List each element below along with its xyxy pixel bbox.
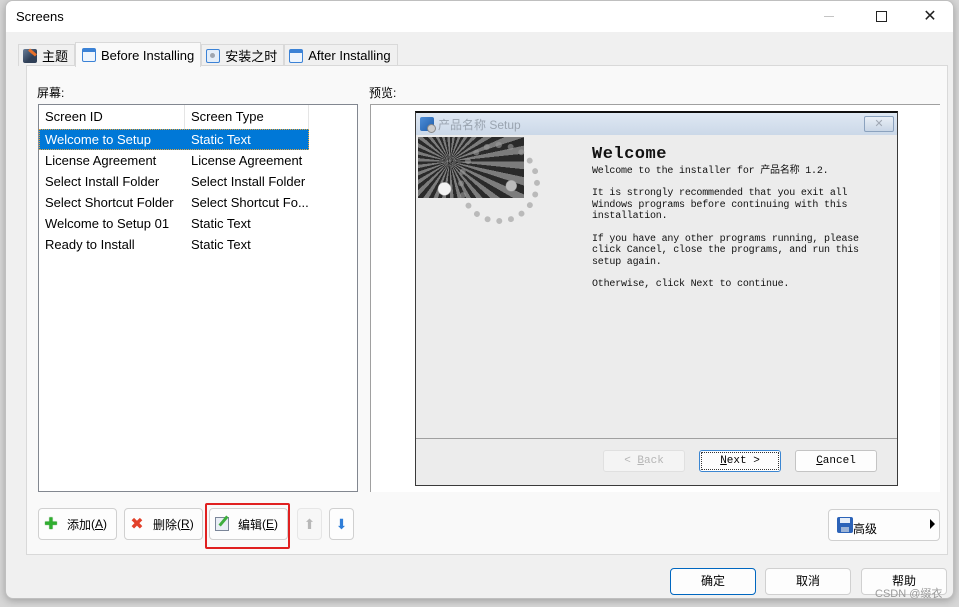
ok-button[interactable]: 确定 [670,568,756,595]
window-title: Screens [16,9,64,24]
list-row[interactable]: Ready to Install Static Text [39,234,357,255]
arrow-down-icon: ⬇ [335,515,348,532]
setup-paragraph: If you have any other programs running, … [592,233,859,268]
setup-cancel-button: Cancel [795,450,877,472]
screen-id-cell: Ready to Install [45,237,135,252]
remove-mnemonic: R [181,517,190,531]
list-row[interactable]: Welcome to Setup Static Text [39,129,309,150]
edit-label: 编辑 [238,517,263,532]
installer-icon [420,117,436,133]
column-header-screen-id[interactable]: Screen ID [39,105,185,129]
screens-list[interactable]: Screen ID Screen Type Welcome to Setup S… [38,104,358,492]
close-button[interactable]: ✕ [907,1,953,32]
cancel-button[interactable]: 取消 [765,568,851,595]
screen-type-cell: Static Text [191,132,251,147]
back-mnemonic: B [637,455,644,467]
setup-title: 产品名称 Setup [438,117,521,132]
list-row[interactable]: License Agreement License Agreement [39,150,357,171]
tab-panel: 屏幕: 预览: Screen ID Screen Type Welcome to… [26,65,948,555]
screen-type-cell: Static Text [191,216,251,231]
screen-id-cell: Welcome to Setup 01 [45,216,170,231]
edit-button[interactable]: 编辑(E) [209,508,288,540]
cancel-mnemonic: C [816,455,823,467]
screen-type-cell: License Agreement [191,153,303,168]
remove-button[interactable]: ✖ 删除(R) [124,508,203,540]
list-header: Screen ID Screen Type [39,105,357,129]
screens-label: 屏幕: [37,86,65,100]
list-row[interactable]: Select Shortcut Folder Select Shortcut F… [39,192,357,213]
setup-close-icon: ✕ [864,116,894,132]
back-rest: ack [644,455,664,467]
plus-icon: ✚ [44,516,58,533]
setup-paragraph: It is strongly recommended that you exit… [592,188,848,222]
add-button[interactable]: ✚ 添加(A) [38,508,117,540]
watermark: CSDN @缀衣 [875,588,943,600]
screen-id-cell: Select Install Folder [45,174,160,189]
tab-label: 安装之时 [225,49,278,64]
setup-next-button: Next > [699,450,781,472]
screen-id-cell: License Agreement [45,153,157,168]
screen-type-cell: Static Text [191,237,251,252]
setup-heading: Welcome [592,145,667,164]
window-icon [82,48,97,62]
next-rest: ext > [726,455,760,467]
cancel-rest: ancel [822,455,856,467]
next-mnemonic: N [720,455,727,467]
setup-paragraph: Welcome to the installer for 产品名称 1.2. [592,165,829,177]
list-row[interactable]: Welcome to Setup 01 Static Text [39,213,357,234]
theme-icon [23,48,37,63]
tab-during-install[interactable]: 安装之时 [201,44,285,66]
tab-theme[interactable]: 主题 [18,44,76,66]
gears-banner-image [418,137,540,224]
setup-paragraph: Otherwise, click Next to continue. [592,279,790,290]
setup-separator [416,438,897,439]
menu-arrow-icon [930,519,935,529]
setup-back-button: < Back [603,450,685,472]
maximize-button[interactable] [858,1,904,32]
advanced-label: 高级 [853,521,878,536]
tab-before-installing[interactable]: Before Installing [75,42,202,67]
tab-strip: 主题 Before Installing 安装之时 After Installi… [18,42,398,67]
advanced-button[interactable]: 高级 [828,509,940,541]
screen-id-cell: Select Shortcut Folder [45,195,174,210]
maximize-icon [875,11,887,22]
close-icon: ✕ [923,7,937,25]
floppy-disk-icon [837,517,853,533]
minimize-button[interactable] [806,1,852,32]
title-bar: Screens ✕ [6,1,953,32]
tab-label: Before Installing [101,47,195,63]
add-label: 添加 [67,517,92,532]
window-icon [289,48,304,63]
minimize-icon [824,16,834,17]
screen-type-cell: Select Shortcut Fo... [191,195,309,210]
list-row[interactable]: Select Install Folder Select Install Fol… [39,171,357,192]
delete-icon: ✖ [130,516,144,533]
screens-dialog: Screens ✕ 主题 Before Installing 安装之时 Afte… [5,0,954,599]
setup-window-preview: 产品名称 Setup ✕ Welcome Welcome to the inst… [415,111,898,486]
arrow-up-icon: ⬆ [303,515,316,532]
gear-window-icon [206,48,221,63]
setup-title-bar: 产品名称 Setup ✕ [416,113,897,135]
tab-label: 主题 [42,49,69,64]
screen-id-cell: Welcome to Setup [45,132,151,147]
screen-type-cell: Select Install Folder [191,174,306,189]
tab-after-installing[interactable]: After Installing [284,44,398,66]
edit-mnemonic: E [266,517,275,531]
edit-icon [214,516,230,532]
remove-label: 删除 [153,517,178,532]
move-up-button[interactable]: ⬆ [297,508,322,540]
preview-pane: 产品名称 Setup ✕ Welcome Welcome to the inst… [370,104,940,492]
tab-label: After Installing [308,48,391,63]
column-header-screen-type[interactable]: Screen Type [185,105,309,129]
back-prefix: < [624,455,638,467]
setup-content: Welcome Welcome to the installer for 产品名… [592,145,882,302]
preview-label: 预览: [369,86,397,100]
add-mnemonic: A [95,517,104,531]
move-down-button[interactable]: ⬇ [329,508,354,540]
